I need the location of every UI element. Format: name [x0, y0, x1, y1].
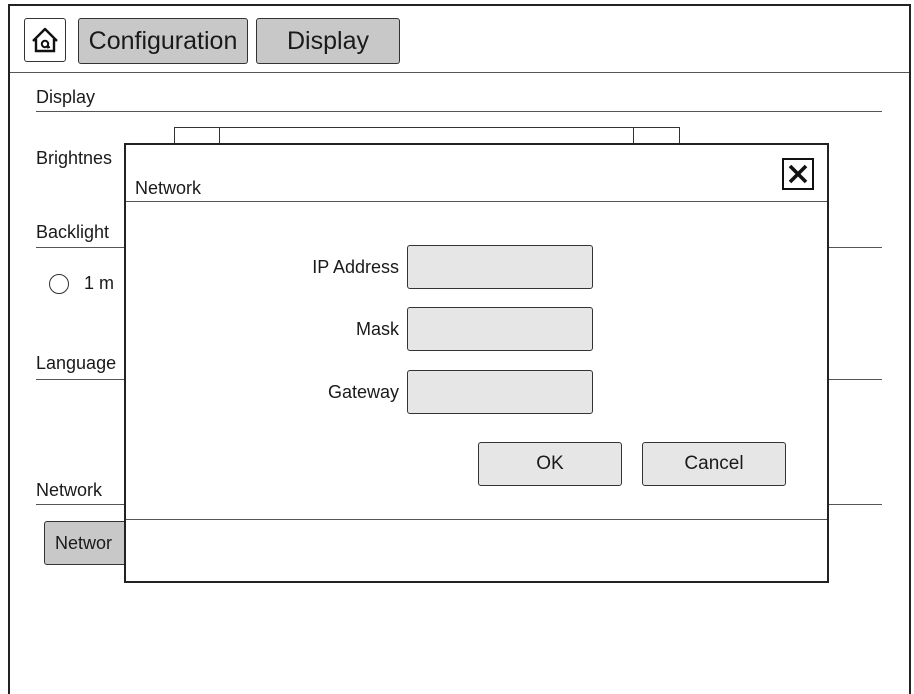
tab-configuration[interactable]: Configuration: [78, 18, 248, 64]
ip-address-input[interactable]: [407, 245, 593, 289]
cancel-button[interactable]: Cancel: [642, 442, 786, 486]
network-dialog: Network IP Address Mask Gateway OK Cance…: [124, 143, 829, 583]
dialog-title: Network: [135, 178, 202, 198]
home-button[interactable]: [24, 18, 66, 62]
top-bar: Configuration Display: [10, 6, 909, 73]
brightness-label: Brightnes: [36, 148, 113, 168]
display-section-heading: Display: [36, 87, 96, 107]
close-button[interactable]: [782, 158, 814, 190]
backlight-radio-1m[interactable]: [49, 274, 69, 294]
mask-input[interactable]: [407, 307, 593, 351]
backlight-label: Backlight: [36, 222, 110, 242]
app-window: Configuration Display Display Brightnes …: [8, 4, 911, 694]
mask-label: Mask: [355, 319, 399, 339]
dialog-footer-divider: [126, 519, 827, 520]
backlight-radio-label: 1 m: [84, 273, 115, 293]
network-section-heading: Network: [36, 480, 103, 500]
ip-address-label: IP Address: [312, 257, 399, 277]
gateway-input[interactable]: [407, 370, 593, 414]
dialog-title-divider: [126, 201, 827, 202]
ok-button[interactable]: OK: [478, 442, 622, 486]
close-icon: [788, 164, 808, 184]
tab-display[interactable]: Display: [256, 18, 400, 64]
display-divider: [36, 111, 882, 112]
language-label: Language: [36, 353, 117, 373]
home-icon: [32, 27, 58, 53]
gateway-label: Gateway: [327, 382, 399, 402]
